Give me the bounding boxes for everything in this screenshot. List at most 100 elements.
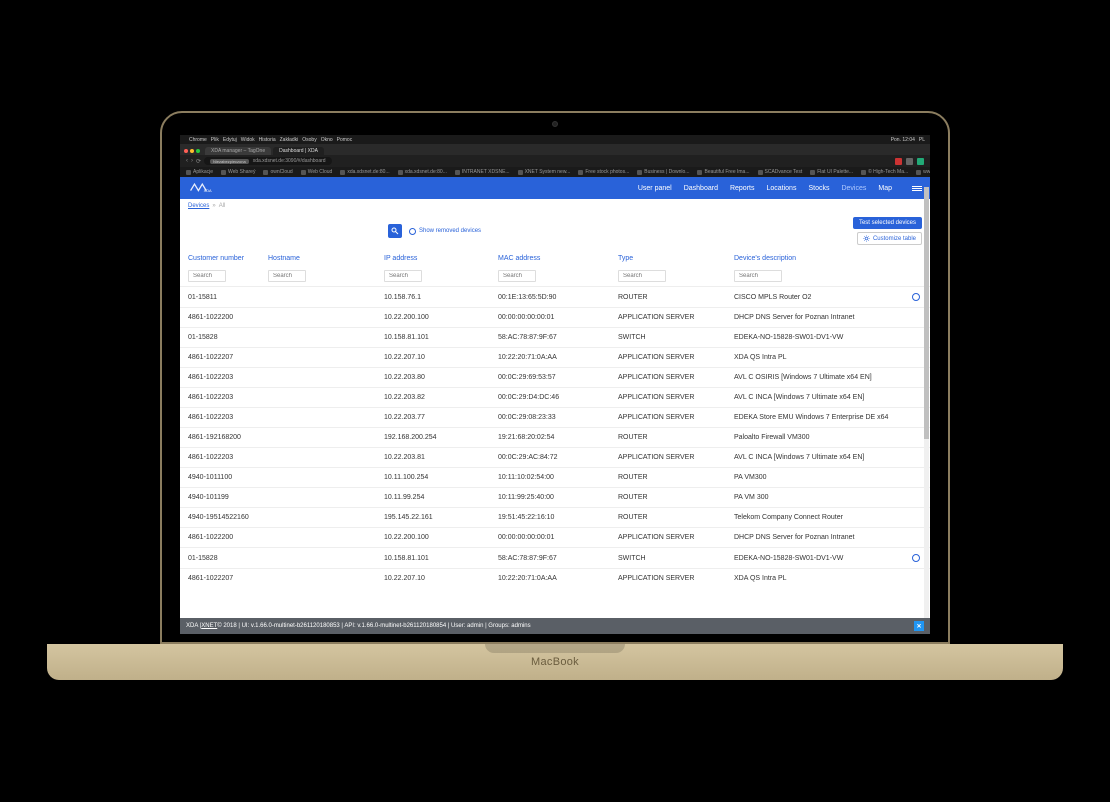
mac-menu-item[interactable]: Okno xyxy=(321,137,333,143)
table-row[interactable]: 4861-102220710.22.207.1010:22:20:71:0A:A… xyxy=(180,568,930,588)
cell-c: 4861-192168200 xyxy=(188,434,268,441)
footer-link[interactable]: XNET xyxy=(201,623,217,629)
filter-input[interactable] xyxy=(188,270,226,282)
mac-menu-item[interactable]: Zakładki xyxy=(280,137,299,143)
mac-menu-item[interactable]: Osoby xyxy=(302,137,316,143)
filter-input[interactable] xyxy=(734,270,782,282)
cell-t: ROUTER xyxy=(618,294,734,301)
nav-item-stocks[interactable]: Stocks xyxy=(808,185,829,192)
table-row[interactable]: 4861-102220310.22.203.7700:0C:29:08:23:3… xyxy=(180,407,930,427)
cell-t: SWITCH xyxy=(618,555,734,562)
cell-ip: 10.22.207.10 xyxy=(384,575,498,582)
column-header[interactable]: IP address xyxy=(384,255,498,262)
search-button[interactable] xyxy=(388,224,402,238)
bookmark-icon xyxy=(697,170,702,175)
cell-d: DHCP DNS Server for Poznan Intranet xyxy=(734,314,902,321)
bookmark-item[interactable]: Aplikacje xyxy=(186,169,213,175)
bookmark-item[interactable]: www.goo... xyxy=(916,169,930,175)
mac-menu-item[interactable]: Pomoc xyxy=(337,137,353,143)
bookmark-item[interactable]: xda.xdsnet.de:80... xyxy=(340,169,389,175)
breadcrumb-root[interactable]: Devices xyxy=(188,203,209,209)
row-checkbox[interactable] xyxy=(912,554,920,562)
column-header[interactable]: Customer number xyxy=(188,255,268,262)
bookmark-item[interactable]: INTRANET XDSNE... xyxy=(455,169,510,175)
nav-item-locations[interactable]: Locations xyxy=(766,185,796,192)
cell-d: CISCO MPLS Router O2 xyxy=(734,294,902,301)
cell-mac: 10:11:10:02:54:00 xyxy=(498,474,618,481)
bookmark-item[interactable]: SCADvance Test xyxy=(758,169,803,175)
bookmark-item[interactable]: Free stock photos... xyxy=(578,169,629,175)
app-logo[interactable]: XDA xyxy=(188,180,214,196)
bookmark-item[interactable]: XNET System new... xyxy=(518,169,571,175)
bookmark-item[interactable]: Business | Downlo... xyxy=(637,169,689,175)
menu-icon[interactable] xyxy=(912,186,922,191)
customize-table-button[interactable]: Customize table xyxy=(857,232,922,245)
bookmark-item[interactable]: Web Cloud xyxy=(301,169,333,175)
column-header[interactable]: Type xyxy=(618,255,734,262)
table-row[interactable]: 4861-102220010.22.200.10000:00:00:00:00:… xyxy=(180,307,930,327)
nav-item-reports[interactable]: Reports xyxy=(730,185,755,192)
cell-t: SWITCH xyxy=(618,334,734,341)
table-row[interactable]: 4861-102220310.22.203.8100:0C:29:AC:84:7… xyxy=(180,447,930,467)
filter-input[interactable] xyxy=(384,270,422,282)
test-devices-button[interactable]: Test selected devices xyxy=(853,217,922,229)
scroll-thumb[interactable] xyxy=(924,187,929,439)
table-row[interactable]: 4940-10119910.11.99.25410:11:99:25:40:00… xyxy=(180,487,930,507)
camera-icon xyxy=(552,121,558,127)
table-row[interactable]: 4861-102220310.22.203.8000:0C:29:69:53:5… xyxy=(180,367,930,387)
bookmark-item[interactable]: xda.xdsnet.de:80... xyxy=(398,169,447,175)
cell-mac: 00:00:00:00:00:01 xyxy=(498,534,618,541)
browser-tab[interactable]: XDA manager – TagOne xyxy=(205,147,271,155)
column-header[interactable]: Hostname xyxy=(268,255,384,262)
extension-icon[interactable] xyxy=(895,158,902,165)
column-header[interactable]: MAC address xyxy=(498,255,618,262)
table-row[interactable]: 4861-102220710.22.207.1010:22:20:71:0A:A… xyxy=(180,347,930,367)
back-icon[interactable]: ‹ xyxy=(186,158,188,164)
window-maximize-icon[interactable] xyxy=(196,149,200,153)
mac-menu-item[interactable]: Plik xyxy=(211,137,219,143)
table-row[interactable]: 4861-102220010.22.200.10000:00:00:00:00:… xyxy=(180,527,930,547)
table-row[interactable]: 4940-101110010.11.100.25410:11:10:02:54:… xyxy=(180,467,930,487)
filter-input[interactable] xyxy=(498,270,536,282)
table-row[interactable]: 01-1582810.158.81.10158:AC:78:87:9F:67SW… xyxy=(180,547,930,568)
nav-item-map[interactable]: Map xyxy=(878,185,892,192)
scrollbar[interactable] xyxy=(924,187,929,622)
window-minimize-icon[interactable] xyxy=(190,149,194,153)
column-header[interactable]: Device's description xyxy=(734,255,902,262)
table-row[interactable]: 4861-102220310.22.203.8200:0C:29:D4:DC:4… xyxy=(180,387,930,407)
row-checkbox[interactable] xyxy=(912,293,920,301)
mac-menu-item[interactable]: Widok xyxy=(241,137,255,143)
filter-input[interactable] xyxy=(268,270,306,282)
bookmark-item[interactable]: Flat UI Palette... xyxy=(810,169,853,175)
bookmark-item[interactable]: © High-Tech Ma... xyxy=(861,169,908,175)
bookmark-icon xyxy=(518,170,523,175)
table-row[interactable]: 4861-192168200192.168.200.25419:21:68:20… xyxy=(180,427,930,447)
bookmark-item[interactable]: Beautiful Free Ima... xyxy=(697,169,749,175)
cell-d: EDEKA-NO-15828-SW01-DV1-VW xyxy=(734,334,902,341)
bookmark-item[interactable]: ownCloud xyxy=(263,169,292,175)
mac-menu-item[interactable]: Historia xyxy=(259,137,276,143)
table-row[interactable]: 01-1582810.158.81.10158:AC:78:87:9F:67SW… xyxy=(180,327,930,347)
mac-menu-app[interactable]: Chrome xyxy=(189,137,207,143)
url-field[interactable]: Niezabezpieczona xda.xdsnet.de:3090/#/da… xyxy=(204,157,332,165)
footer-close-button[interactable]: ✕ xyxy=(914,621,924,631)
window-close-icon[interactable] xyxy=(184,149,188,153)
table-row[interactable]: 4940-19514522160195.145.22.16119:51:45:2… xyxy=(180,507,930,527)
reload-icon[interactable]: ⟳ xyxy=(196,158,201,165)
mac-lang[interactable]: PL xyxy=(919,137,925,143)
nav-item-devices[interactable]: Devices xyxy=(841,185,866,192)
browser-tab-active[interactable]: Dashboard | XDA xyxy=(273,147,324,155)
avatar-icon[interactable] xyxy=(917,158,924,165)
bookmark-icon xyxy=(578,170,583,175)
nav-item-dashboard[interactable]: Dashboard xyxy=(684,185,718,192)
table-row[interactable]: 01-1581110.158.76.100:1E:13:65:5D:90ROUT… xyxy=(180,286,930,307)
mac-menu-item[interactable]: Edytuj xyxy=(223,137,237,143)
nav-item-user-panel[interactable]: User panel xyxy=(638,185,672,192)
extension-icon[interactable] xyxy=(906,158,913,165)
bookmark-item[interactable]: Web Shareý xyxy=(221,169,255,175)
forward-icon[interactable]: › xyxy=(191,158,193,164)
show-removed-toggle[interactable]: Show removed devices xyxy=(409,228,481,235)
cell-t: APPLICATION SERVER xyxy=(618,394,734,401)
filter-input[interactable] xyxy=(618,270,666,282)
bookmark-icon xyxy=(340,170,345,175)
